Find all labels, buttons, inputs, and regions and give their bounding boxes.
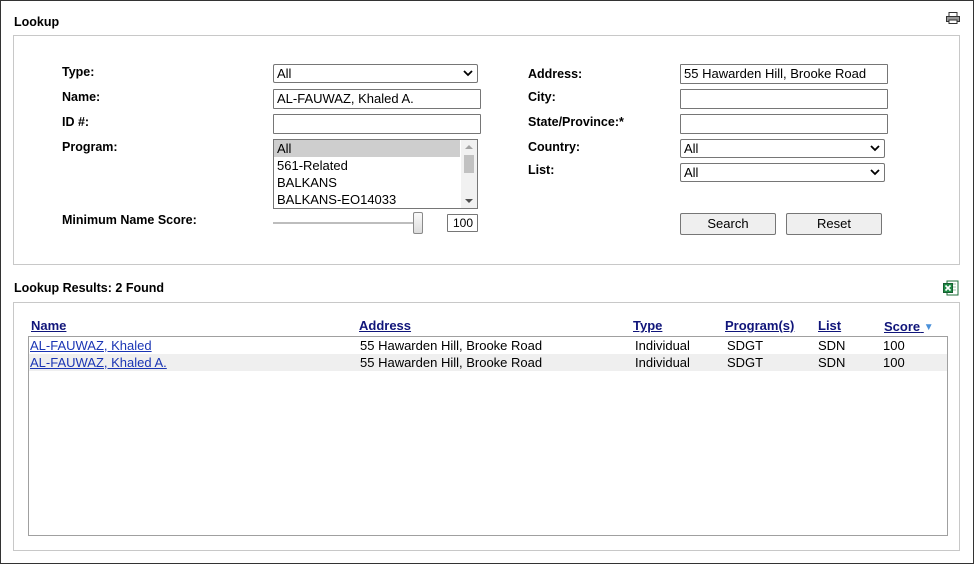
state-label: State/Province:* <box>528 115 624 129</box>
list-select-value: All <box>684 165 699 180</box>
column-header-score-label: Score <box>884 319 921 334</box>
result-address: 55 Hawarden Hill, Brooke Road <box>360 355 543 370</box>
country-select-value: All <box>684 141 699 156</box>
program-option[interactable]: BALKANS-EO14033 <box>274 191 460 208</box>
result-score: 100 <box>883 355 905 370</box>
result-name-link[interactable]: AL-FAUWAZ, Khaled A. <box>30 354 167 371</box>
result-program: SDGT <box>727 355 764 370</box>
min-score-label: Minimum Name Score: <box>62 213 197 227</box>
result-score: 100 <box>883 338 905 353</box>
results-title: Lookup Results: 2 Found <box>14 281 164 295</box>
chevron-down-icon <box>870 145 880 152</box>
country-label: Country: <box>528 140 581 154</box>
address-input[interactable]: 55 Hawarden Hill, Brooke Road <box>680 64 888 84</box>
list-select[interactable]: All <box>680 163 885 182</box>
printer-icon[interactable] <box>946 12 960 24</box>
min-score-slider-handle[interactable] <box>413 212 423 234</box>
result-list: SDN <box>818 338 846 353</box>
column-header-address[interactable]: Address <box>359 318 411 333</box>
column-header-name[interactable]: Name <box>31 318 66 333</box>
id-label: ID #: <box>62 115 90 129</box>
program-option[interactable]: BALKANS <box>274 174 460 191</box>
sort-descending-icon: ▼ <box>923 322 934 333</box>
program-option[interactable]: 561-Related <box>274 157 460 174</box>
type-select-value: All <box>277 66 292 81</box>
column-header-score[interactable]: Score ▼ <box>884 319 934 334</box>
chevron-down-icon <box>463 70 473 77</box>
table-row[interactable]: AL-FAUWAZ, Khaled 55 Hawarden Hill, Broo… <box>29 337 947 354</box>
city-label: City: <box>528 90 556 104</box>
address-label: Address: <box>528 67 583 81</box>
scroll-up-icon[interactable] <box>465 144 473 150</box>
city-input[interactable] <box>680 89 888 109</box>
program-listbox[interactable]: All 561-Related BALKANS BALKANS-EO14033 <box>273 139 478 209</box>
min-score-input[interactable]: 100 <box>447 214 478 232</box>
search-button[interactable]: Search <box>680 213 776 235</box>
program-scrollbar[interactable] <box>461 140 477 208</box>
scroll-down-icon[interactable] <box>465 198 473 204</box>
column-header-list[interactable]: List <box>818 318 841 333</box>
country-select[interactable]: All <box>680 139 885 158</box>
id-input[interactable] <box>273 114 481 134</box>
table-row[interactable]: AL-FAUWAZ, Khaled A. 55 Hawarden Hill, B… <box>29 354 947 371</box>
name-input[interactable]: AL-FAUWAZ, Khaled A. <box>273 89 481 109</box>
chevron-down-icon <box>870 169 880 176</box>
type-select[interactable]: All <box>273 64 478 83</box>
result-list: SDN <box>818 355 846 370</box>
reset-button[interactable]: Reset <box>786 213 882 235</box>
result-type: Individual <box>635 355 690 370</box>
list-label: List: <box>528 163 555 177</box>
program-option[interactable]: All <box>274 140 460 157</box>
name-label: Name: <box>62 90 101 104</box>
state-input[interactable] <box>680 114 888 134</box>
type-label: Type: <box>62 65 95 79</box>
lookup-title: Lookup <box>14 15 60 29</box>
excel-export-icon[interactable] <box>943 280 959 296</box>
program-label: Program: <box>62 140 118 154</box>
column-header-programs[interactable]: Program(s) <box>725 318 794 333</box>
result-program: SDGT <box>727 338 764 353</box>
result-name-link[interactable]: AL-FAUWAZ, Khaled <box>30 337 152 354</box>
result-address: 55 Hawarden Hill, Brooke Road <box>360 338 543 353</box>
result-type: Individual <box>635 338 690 353</box>
scrollbar-thumb[interactable] <box>464 155 474 173</box>
min-score-slider-track[interactable] <box>273 222 421 224</box>
column-header-type[interactable]: Type <box>633 318 662 333</box>
